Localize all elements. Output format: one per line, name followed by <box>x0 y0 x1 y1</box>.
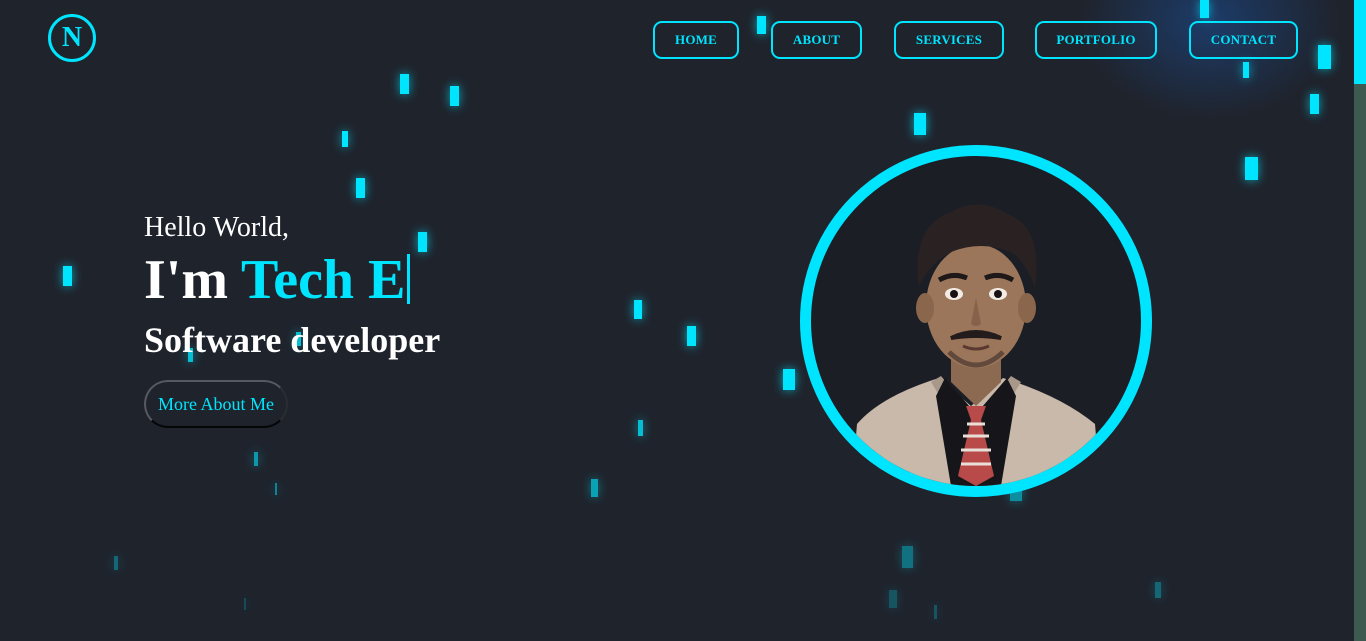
nav-contact[interactable]: CONTACT <box>1189 21 1298 59</box>
nav-services[interactable]: SERVICES <box>894 21 1004 59</box>
particle <box>902 546 913 568</box>
nav-portfolio[interactable]: PORTFOLIO <box>1035 21 1157 59</box>
profile-photo-icon <box>851 204 1101 486</box>
particle <box>254 452 258 466</box>
hero-intro: I'm Tech E <box>144 248 411 312</box>
particle <box>400 74 409 94</box>
particle <box>1310 94 1319 114</box>
particle <box>687 326 696 346</box>
particle <box>757 16 766 34</box>
particle <box>1318 45 1331 69</box>
typing-caret <box>407 254 411 304</box>
particle <box>1155 582 1161 598</box>
particle <box>638 420 643 436</box>
particle <box>450 86 459 106</box>
logo[interactable]: N <box>48 14 96 62</box>
nav-home[interactable]: HOME <box>653 21 739 59</box>
nav-about[interactable]: ABOUT <box>771 21 862 59</box>
hero-greeting: Hello World, <box>144 212 289 243</box>
corner-glow <box>1080 0 1340 120</box>
hero-intro-highlight: Tech E <box>241 249 406 311</box>
particle <box>591 479 598 497</box>
particle <box>889 590 897 608</box>
page-scrollbar[interactable] <box>1354 0 1366 641</box>
particle <box>1200 0 1209 18</box>
particle <box>275 483 277 495</box>
particle <box>418 232 427 252</box>
more-about-me-button[interactable]: More About Me <box>144 380 288 428</box>
hero-intro-prefix: I'm <box>144 249 241 311</box>
hero-page: N HOME ABOUT SERVICES PORTFOLIO CONTACT … <box>0 0 1366 641</box>
particle <box>356 178 365 198</box>
profile-photo-frame <box>800 145 1152 497</box>
particle <box>244 598 246 610</box>
particle <box>934 605 937 619</box>
particle <box>1243 62 1249 78</box>
particle <box>634 300 642 319</box>
particle <box>114 556 118 570</box>
particle <box>63 266 72 286</box>
particle <box>783 369 795 390</box>
scrollbar-thumb[interactable] <box>1354 0 1366 84</box>
particle <box>914 113 926 135</box>
hero-role: Software developer <box>144 320 441 360</box>
particle <box>1245 157 1258 180</box>
particle <box>342 131 348 147</box>
